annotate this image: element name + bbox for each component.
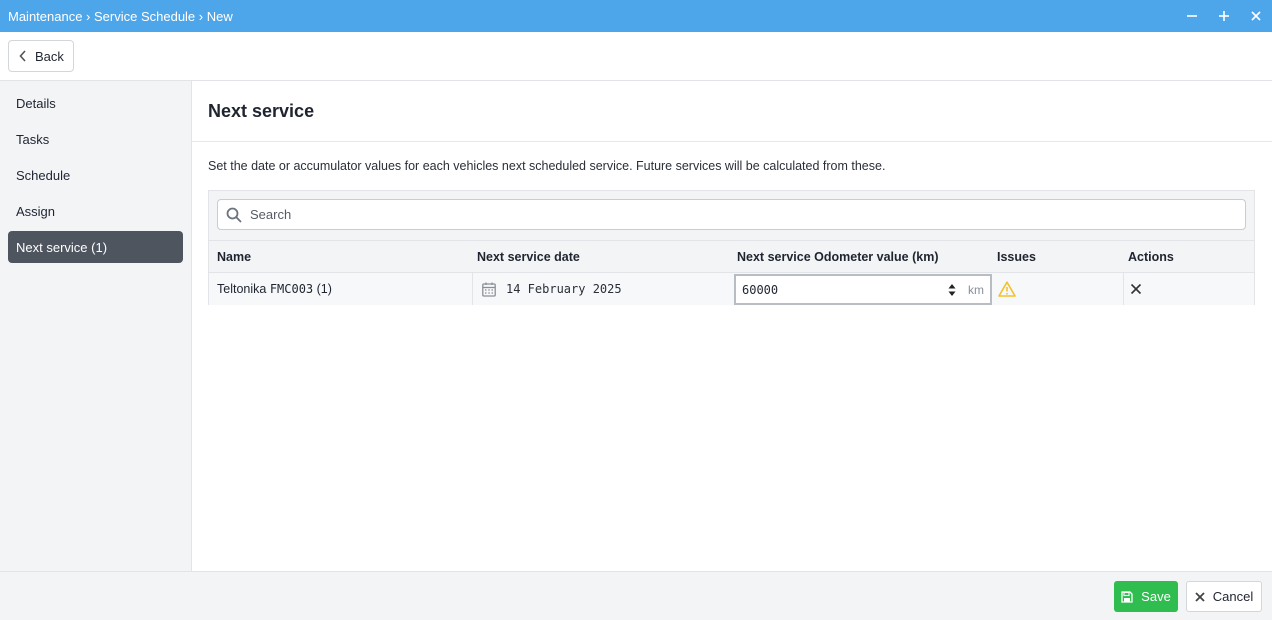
floppy-disk-icon: [1121, 590, 1133, 603]
next-service-date-field[interactable]: 14 February 2025: [482, 273, 622, 305]
vehicle-name: Teltonika FMC003 (1): [217, 273, 332, 305]
close-icon: [1195, 591, 1205, 602]
column-header-issues[interactable]: Issues: [997, 241, 1036, 273]
stepper-arrows-icon[interactable]: [948, 283, 956, 297]
main-header: Next service: [192, 81, 1272, 142]
vehicle-name-prefix: Teltonika: [217, 282, 270, 296]
footer-bar: Save Cancel: [0, 571, 1272, 620]
window-controls: [1176, 0, 1272, 32]
window-titlebar: Maintenance › Service Schedule › New: [0, 0, 1272, 32]
warning-icon[interactable]: [998, 281, 1016, 297]
sidebar-nav: Details Tasks Schedule Assign Next servi…: [0, 81, 192, 571]
minimize-icon[interactable]: [1176, 0, 1208, 32]
column-header-odometer[interactable]: Next service Odometer value (km): [737, 241, 938, 273]
maximize-icon[interactable]: [1208, 0, 1240, 32]
search-box: [217, 199, 1246, 230]
page-title: Next service: [208, 101, 315, 121]
sidebar-item-label: Tasks: [16, 131, 50, 147]
sidebar-item-label: Assign: [16, 203, 56, 219]
vehicles-panel: Name Next service date Next service Odom…: [208, 190, 1255, 305]
column-header-actions[interactable]: Actions: [1128, 241, 1174, 273]
search-input[interactable]: [250, 207, 1230, 222]
cancel-button-label: Cancel: [1212, 589, 1254, 604]
sidebar-item-details[interactable]: Details: [8, 87, 183, 119]
sidebar-item-next-service[interactable]: Next service (1): [8, 231, 183, 263]
cancel-button[interactable]: Cancel: [1186, 581, 1262, 612]
odometer-input-wrapper: km: [734, 274, 992, 305]
column-divider: [472, 273, 473, 305]
vehicle-name-suffix: (1): [313, 282, 332, 296]
actions-cell: [1130, 273, 1142, 305]
save-button-label: Save: [1141, 589, 1171, 604]
odometer-input[interactable]: [742, 282, 932, 297]
sidebar-item-label: Next service (1): [16, 239, 108, 255]
back-button-label: Back: [35, 48, 64, 64]
column-header-name[interactable]: Name: [217, 241, 251, 273]
sidebar-item-label: Details: [16, 95, 56, 111]
sidebar-item-schedule[interactable]: Schedule: [8, 159, 183, 191]
sidebar-item-tasks[interactable]: Tasks: [8, 123, 183, 155]
column-header-next-service-date[interactable]: Next service date: [477, 241, 580, 273]
calendar-icon: [482, 282, 496, 297]
save-button[interactable]: Save: [1114, 581, 1178, 612]
chevron-left-icon: [19, 50, 26, 62]
toolbar: Back: [0, 32, 1272, 81]
main-content: Next service Set the date or accumulator…: [192, 81, 1272, 571]
sidebar-item-assign[interactable]: Assign: [8, 195, 183, 227]
column-divider: [1123, 273, 1124, 305]
remove-row-icon[interactable]: [1130, 283, 1142, 295]
back-button[interactable]: Back: [8, 40, 74, 72]
page-description: Set the date or accumulator values for e…: [208, 159, 886, 173]
search-icon: [226, 207, 242, 223]
table-row: Teltonika FMC003 (1) 14 February 2025 km: [209, 272, 1254, 305]
close-icon[interactable]: [1240, 0, 1272, 32]
breadcrumb: Maintenance › Service Schedule › New: [8, 8, 233, 24]
issues-cell: [998, 273, 1016, 305]
odometer-unit: km: [968, 283, 984, 297]
sidebar-item-label: Schedule: [16, 167, 71, 183]
vehicle-name-code: FMC003: [269, 282, 314, 296]
table-header: Name Next service date Next service Odom…: [209, 240, 1254, 272]
next-service-date-value: 14 February 2025: [506, 282, 622, 296]
